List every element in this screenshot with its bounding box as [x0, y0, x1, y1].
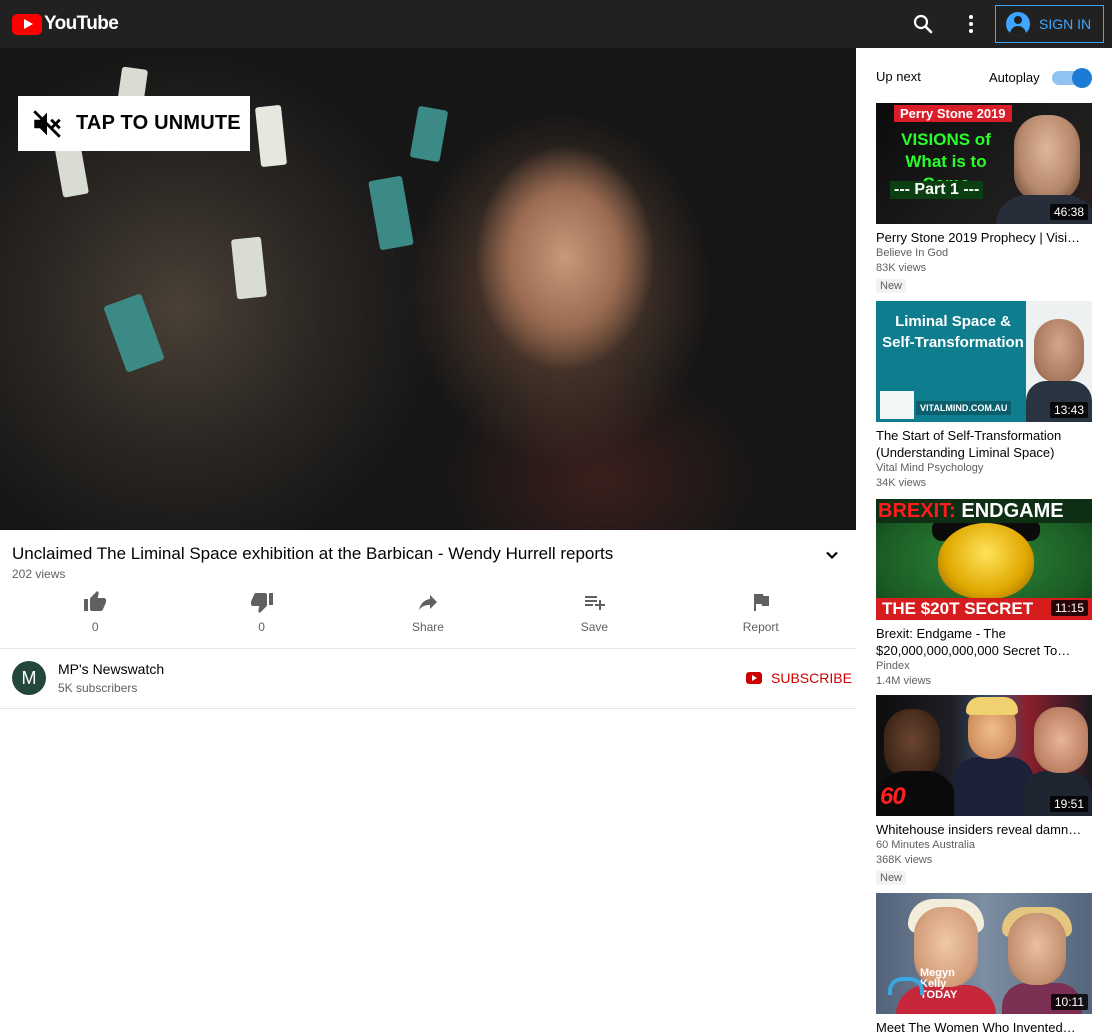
thumb-person — [1034, 707, 1088, 773]
flag-icon — [753, 594, 769, 611]
account-icon — [1006, 12, 1030, 36]
sign-in-button[interactable]: SIGN IN — [995, 5, 1104, 43]
channel-avatar[interactable]: M — [12, 661, 46, 695]
report-label: Report — [742, 620, 779, 634]
playlist-add-icon — [585, 596, 606, 610]
channel-name: 60 Minutes Australia — [876, 839, 976, 851]
video-thumbnail[interactable]: 60 19:51 — [876, 695, 1092, 816]
more-vert-icon[interactable] — [959, 12, 983, 36]
video-player[interactable]: TAP TO UNMUTE — [0, 48, 856, 530]
like-count: 0 — [91, 620, 99, 634]
view-count: 368K views — [876, 854, 933, 866]
video-title[interactable]: The Start of Self-Transformation (Unders… — [876, 427, 1092, 461]
youtube-subscribe-icon — [746, 672, 762, 684]
video-duration: 11:15 — [1050, 600, 1088, 616]
tag-decoration — [254, 104, 288, 168]
thumb-text: VITALMIND.COM.AU — [916, 401, 1012, 415]
video-title[interactable]: Whitehouse insiders reveal damn… — [876, 821, 1092, 838]
share-label: Share — [411, 620, 444, 634]
new-badge: New — [876, 279, 907, 293]
autoplay-toggle[interactable] — [1052, 68, 1092, 88]
subscribe-label: SUBSCRIBE — [771, 670, 852, 686]
view-count: 83K views — [876, 262, 927, 274]
thumb-logo — [880, 391, 914, 419]
share-icon — [418, 595, 437, 610]
top-bar: YouTube SIGN IN — [0, 0, 1112, 48]
up-next-video-card[interactable]: 60 19:51 Whitehouse insiders reveal damn… — [876, 695, 1092, 886]
video-title[interactable]: Meet The Women Who Invented… — [876, 1019, 1092, 1036]
thumb-text: Megyn Kelly TODAY — [888, 967, 978, 1000]
dislike-button[interactable]: 0 — [178, 590, 344, 638]
report-button[interactable]: Report — [678, 590, 844, 638]
share-button[interactable]: Share — [345, 590, 511, 638]
video-duration: 10:11 — [1050, 994, 1088, 1010]
channel-name[interactable]: MP's Newswatch — [58, 661, 164, 677]
expand-more-icon[interactable] — [820, 543, 844, 567]
up-next-video-card[interactable]: Megyn Kelly TODAY 10:11 Meet The Women W… — [876, 893, 1092, 1036]
tag-decoration — [368, 175, 414, 251]
youtube-play-logo-icon — [12, 13, 42, 35]
volume-off-icon — [33, 109, 61, 138]
unmute-label: TAP TO UNMUTE — [76, 112, 241, 134]
video-title[interactable]: Brexit: Endgame - The $20,000,000,000,00… — [876, 625, 1092, 659]
divider — [0, 648, 856, 649]
video-duration: 19:51 — [1049, 796, 1088, 812]
subscriber-count: 5K subscribers — [58, 681, 138, 695]
channel-name: Believe In God — [876, 247, 949, 259]
action-bar: 0 0 Share Save Report — [12, 590, 844, 638]
channel-name: Pindex — [876, 660, 910, 672]
thumb-text-red: BREXIT: — [878, 500, 956, 522]
save-label: Save — [580, 620, 609, 634]
video-duration: 46:38 — [1049, 204, 1088, 220]
up-next-video-card[interactable]: BREXIT: ENDGAME THE $20T SECRET 11:15 Br… — [876, 499, 1092, 689]
view-count: 34K views — [876, 477, 927, 489]
up-next-video-card[interactable]: Liminal Space & Self-Transformation VITA… — [876, 301, 1092, 491]
dislike-count: 0 — [258, 620, 265, 634]
thumb-text-white: ENDGAME — [955, 500, 1064, 522]
thumb-text: BREXIT: ENDGAME — [876, 499, 1092, 523]
up-next-heading: Up next — [876, 69, 921, 84]
view-count: 202 views — [12, 567, 66, 581]
divider — [0, 708, 856, 709]
tag-decoration — [230, 236, 268, 300]
view-count: 1.4M views — [876, 675, 932, 687]
thumbs-down-icon — [250, 593, 273, 613]
video-duration: 13:43 — [1049, 402, 1088, 418]
new-badge: New — [876, 871, 907, 885]
save-button[interactable]: Save — [511, 590, 677, 638]
video-thumbnail[interactable]: Megyn Kelly TODAY 10:11 — [876, 893, 1092, 1014]
like-button[interactable]: 0 — [12, 590, 178, 638]
toggle-knob — [1072, 68, 1092, 88]
thumb-person — [1034, 319, 1084, 383]
thumb-person-hair — [966, 697, 1018, 715]
thumb-person — [884, 709, 940, 779]
logo-text: YouTube — [44, 13, 119, 34]
thumb-text: Perry Stone 2019 — [894, 105, 1012, 122]
youtube-logo[interactable]: YouTube — [12, 13, 119, 35]
thumb-person — [1008, 913, 1066, 985]
video-title: Unclaimed The Liminal Space exhibition a… — [12, 544, 614, 563]
tag-decoration — [409, 105, 449, 163]
subscribe-button[interactable]: SUBSCRIBE — [746, 668, 852, 688]
thumb-text: 60 — [880, 783, 906, 810]
up-next-video-card[interactable]: Perry Stone 2019 VISIONS of What is to C… — [876, 103, 1092, 294]
thumbs-up-icon — [84, 591, 107, 611]
video-thumbnail[interactable]: BREXIT: ENDGAME THE $20T SECRET 11:15 — [876, 499, 1092, 620]
video-title[interactable]: Perry Stone 2019 Prophecy | Visi… — [876, 229, 1092, 246]
video-thumbnail[interactable]: Perry Stone 2019 VISIONS of What is to C… — [876, 103, 1092, 224]
sign-in-label: SIGN IN — [1039, 16, 1092, 32]
thumb-text: --- Part 1 --- — [890, 181, 984, 199]
video-title-row[interactable]: Unclaimed The Liminal Space exhibition a… — [12, 543, 844, 567]
video-thumbnail[interactable]: Liminal Space & Self-Transformation VITA… — [876, 301, 1092, 422]
search-icon[interactable] — [911, 12, 935, 36]
thumb-person — [1014, 115, 1080, 201]
channel-name: Vital Mind Psychology — [876, 462, 984, 474]
tag-decoration — [103, 293, 165, 373]
autoplay-label: Autoplay — [989, 70, 1040, 85]
thumb-mask — [938, 523, 1034, 599]
tap-to-unmute-button[interactable]: TAP TO UNMUTE — [18, 96, 250, 151]
thumb-text: Liminal Space & Self-Transformation — [882, 313, 1024, 351]
